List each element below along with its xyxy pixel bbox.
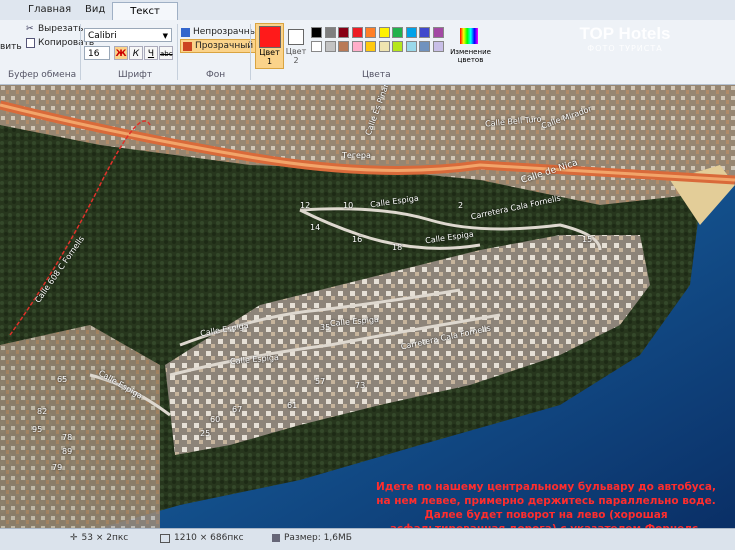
cut-button[interactable]: ✂ Вырезать [26, 24, 83, 34]
cursor-position: ✛ 53 × 2пкс [70, 533, 128, 543]
watermark-subtitle: ФОТО ТУРИСТА [587, 44, 663, 53]
status-bar: ✛ 53 × 2пкс 1210 × 686пкс Размер: 1,6МБ [0, 528, 735, 550]
copy-icon [26, 38, 35, 48]
map-number-label: 78 [62, 433, 73, 442]
palette-swatch[interactable] [419, 41, 430, 52]
map-number-label: 12 [300, 201, 311, 210]
palette-swatch[interactable] [311, 27, 322, 38]
map-number-label: 65 [57, 375, 68, 384]
map-number-label: 67 [232, 405, 243, 414]
route-note: Идете по нашему центральному бульвару до… [376, 481, 716, 528]
map-number-label: 60 [210, 415, 221, 424]
file-size: Размер: 1,6МБ [272, 533, 352, 543]
strikethrough-button[interactable]: abc [159, 46, 173, 60]
palette-swatch[interactable] [432, 27, 444, 38]
map-number-label: 2 [458, 201, 464, 210]
cut-label: Вырезать [38, 24, 84, 34]
color1-button[interactable]: Цвет 1 [255, 23, 284, 69]
color2-label: Цвет 2 [285, 47, 307, 65]
map-number-label: 73 [355, 381, 366, 390]
tab-view[interactable]: Вид [85, 4, 105, 15]
map-number-label: 18 [392, 243, 403, 252]
palette-swatch[interactable] [324, 27, 336, 38]
palette-swatch[interactable] [365, 41, 376, 52]
map-number-label: 16 [352, 235, 363, 244]
palette-swatch[interactable] [392, 27, 403, 38]
font-size-select[interactable]: 16 [84, 46, 110, 60]
opaque-icon [181, 27, 190, 37]
clipboard-group-label: Буфер обмена [8, 70, 77, 80]
watermark-brand: TOP Hotels [579, 24, 671, 43]
map-number-label: 10 [343, 201, 354, 210]
transparent-label: Прозрачный [195, 41, 254, 51]
file-size-value: Размер: 1,6МБ [284, 533, 352, 543]
chevron-down-icon: ▼ [162, 32, 168, 40]
font-group-label: Шрифт [118, 70, 153, 80]
palette-swatch[interactable] [432, 41, 444, 52]
map-number-label: 89 [62, 447, 73, 456]
map-number-label: 25 [200, 429, 211, 438]
map-number-label: 95 [32, 425, 43, 434]
opaque-label: Непрозрачный [193, 27, 263, 37]
resize-icon [160, 533, 170, 543]
paint-window: Главная Вид Текст вить ✂ Вырезать Копиро… [0, 0, 735, 550]
map-number-label: 79 [52, 463, 63, 472]
tab-text[interactable]: Текст [112, 2, 178, 21]
color-wheel-icon [460, 28, 478, 44]
transparent-button[interactable]: Прозрачный [180, 39, 257, 53]
scissors-icon: ✂ [26, 23, 34, 34]
palette-swatch[interactable] [311, 41, 322, 52]
ribbon-tabs: Главная Вид Текст [0, 0, 735, 21]
bold-button[interactable]: Ж [114, 46, 128, 60]
palette-swatch[interactable] [338, 41, 349, 52]
font-family-value: Calibri [88, 31, 117, 41]
map-number-label: 15 [582, 235, 593, 244]
palette-swatch[interactable] [338, 27, 349, 38]
dimensions-value: 1210 × 686пкс [174, 533, 244, 543]
palette-swatch[interactable] [324, 41, 336, 52]
color2-button[interactable]: Цвет 2 [285, 23, 307, 67]
color1-swatch [259, 26, 281, 48]
font-size-value: 16 [88, 49, 100, 59]
palette-swatch[interactable] [351, 27, 363, 38]
edit-colors-button[interactable]: Изменение цветов [448, 24, 493, 68]
map-number-label: 61 [287, 401, 298, 410]
palette-swatch[interactable] [405, 41, 417, 52]
map-number-label: 14 [310, 223, 321, 232]
color2-swatch [288, 29, 304, 45]
palette-swatch[interactable] [378, 41, 390, 52]
palette-swatch[interactable] [351, 41, 363, 52]
map-number-label: 57 [315, 377, 326, 386]
divider [177, 24, 178, 80]
cursor-icon: ✛ [70, 533, 78, 543]
paste-button[interactable]: вить [0, 42, 22, 52]
italic-button[interactable]: К [129, 46, 143, 60]
color1-label: Цвет 1 [259, 48, 280, 66]
font-family-select[interactable]: Calibri ▼ [84, 28, 172, 42]
disk-icon [272, 534, 280, 542]
palette-swatch[interactable] [419, 27, 430, 38]
palette-swatch[interactable] [365, 27, 376, 38]
palette-swatch[interactable] [378, 27, 390, 38]
image-dimensions: 1210 × 686пкс [160, 533, 244, 543]
divider [250, 24, 251, 80]
palette-swatch[interactable] [392, 41, 403, 52]
cursor-value: 53 × 2пкс [81, 533, 129, 543]
tab-home[interactable]: Главная [28, 4, 71, 15]
edit-colors-label: Изменение цветов [450, 48, 491, 64]
divider [80, 24, 81, 80]
transparent-icon [183, 41, 192, 51]
underline-button[interactable]: Ч [144, 46, 158, 60]
tophotels-watermark: TOP Hotels ФОТО ТУРИСТА [560, 24, 690, 84]
colors-group-label: Цвета [362, 70, 391, 80]
satellite-map-image: Calle Mirador Calle de Nica Carretera Ca… [0, 85, 735, 528]
palette-swatch[interactable] [405, 27, 417, 38]
background-group-label: Фон [206, 70, 226, 80]
map-number-label: 35 [320, 323, 331, 332]
street-label: Тегера [342, 151, 371, 160]
map-number-label: 82 [37, 407, 48, 416]
